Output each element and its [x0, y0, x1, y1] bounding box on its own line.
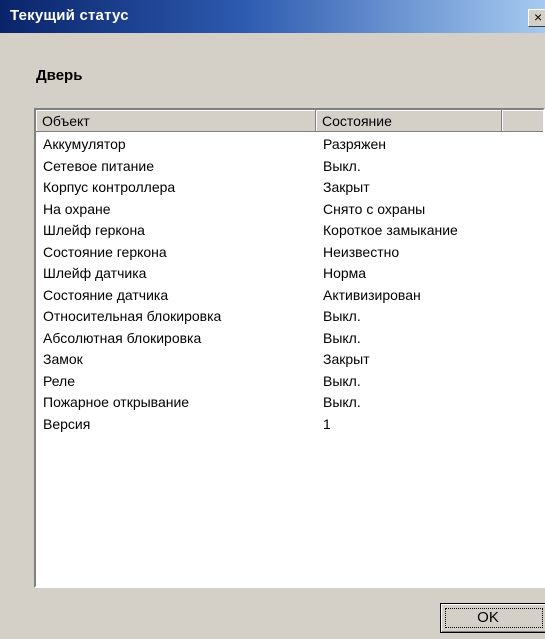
list-item[interactable]: Сетевое питание Выкл.: [36, 156, 543, 178]
state-cell: Разряжен: [323, 136, 387, 152]
list-item[interactable]: Пожарное открывание Выкл.: [36, 392, 543, 414]
state-cell: Выкл.: [323, 329, 361, 346]
object-cell: Состояние геркона: [43, 243, 167, 260]
object-cell: Корпус контроллера: [43, 179, 176, 195]
state-cell: 1: [323, 415, 331, 432]
object-cell: Абсолютная блокировка: [43, 329, 202, 346]
column-header-empty[interactable]: [502, 110, 543, 132]
list-item[interactable]: Состояние датчика Активизирован: [36, 285, 543, 307]
list-item[interactable]: Шлейф геркона Короткое замыкание: [36, 220, 543, 242]
status-dialog: Текущий статус × Дверь Объект Состояние …: [0, 0, 545, 639]
object-cell: Версия: [43, 415, 91, 432]
state-cell: Норма: [323, 265, 367, 281]
state-cell: Выкл.: [323, 308, 361, 324]
focus-rectangle: [445, 608, 543, 628]
status-list-view[interactable]: Объект Состояние Аккумулятор Разряжен Сете…: [34, 108, 545, 588]
state-cell: Неизвестно: [323, 243, 400, 260]
close-icon: ×: [534, 9, 543, 25]
object-cell: Состояние датчика: [43, 286, 169, 303]
title-bar[interactable]: Текущий статус ×: [0, 0, 545, 33]
object-cell: Замок: [43, 351, 83, 367]
list-item[interactable]: Корпус контроллера Закрыт: [36, 177, 543, 199]
state-cell: Закрыт: [323, 179, 370, 195]
list-item[interactable]: Версия 1: [36, 414, 543, 436]
list-item[interactable]: На охране Снято с охраны: [36, 199, 543, 221]
state-cell: Выкл.: [323, 372, 361, 389]
state-cell: Выкл.: [323, 157, 361, 174]
list-item[interactable]: Относительная блокировка Выкл.: [36, 306, 543, 328]
close-button[interactable]: ×: [528, 9, 545, 27]
list-item[interactable]: Аккумулятор Разряжен: [36, 134, 543, 156]
object-cell: Шлейф датчика: [43, 265, 147, 281]
group-label: Дверь: [36, 67, 83, 84]
list-item[interactable]: Замок Закрыт: [36, 349, 543, 371]
object-cell: Относительная блокировка: [43, 308, 222, 324]
window-title: Текущий статус: [10, 7, 129, 24]
list-item[interactable]: Состояние геркона Неизвестно: [36, 242, 543, 264]
state-cell: Короткое замыкание: [323, 222, 458, 238]
list-item[interactable]: Абсолютная блокировка Выкл.: [36, 328, 543, 350]
object-cell: Шлейф геркона: [43, 222, 145, 238]
state-cell: Активизирован: [323, 286, 421, 303]
column-header-object[interactable]: Объект: [36, 110, 316, 132]
state-cell: Закрыт: [323, 351, 370, 367]
list-item[interactable]: Реле Выкл.: [36, 371, 543, 393]
list-item[interactable]: Шлейф датчика Норма: [36, 263, 543, 285]
list-rows: Аккумулятор Разряжен Сетевое питание Выкл. К…: [36, 134, 543, 436]
ok-button[interactable]: OK: [440, 603, 545, 633]
state-cell: Снято с охраны: [323, 200, 426, 217]
object-cell: Сетевое питание: [43, 157, 154, 174]
state-cell: Выкл.: [323, 394, 361, 410]
object-cell: На охране: [43, 200, 111, 217]
list-header: Объект Состояние: [36, 110, 543, 132]
column-header-state[interactable]: Состояние: [316, 110, 502, 132]
object-cell: Реле: [43, 372, 75, 389]
object-cell: Аккумулятор: [43, 136, 126, 152]
object-cell: Пожарное открывание: [43, 394, 190, 410]
